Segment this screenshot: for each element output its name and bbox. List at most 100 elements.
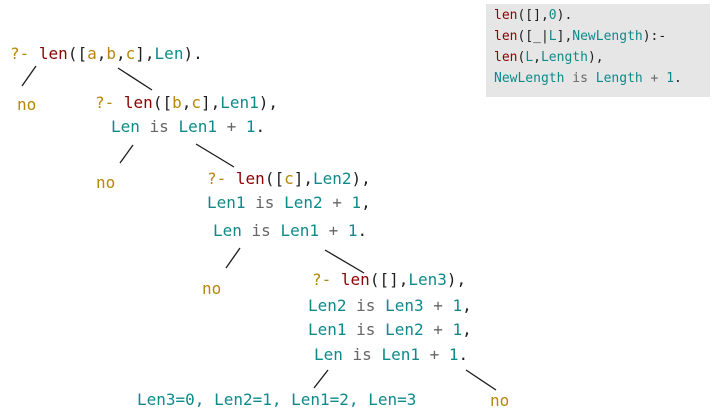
token-op: is xyxy=(346,320,386,339)
token-var: Len1 xyxy=(308,320,347,339)
token-punct: , xyxy=(533,50,541,65)
token-var: L xyxy=(548,29,557,44)
program-line: len([_|L],NewLength):- xyxy=(494,27,666,47)
token-atom: c xyxy=(191,93,201,112)
token-var: Len xyxy=(314,345,343,364)
token-pred: len xyxy=(38,44,68,63)
token-atom: c xyxy=(284,169,294,188)
edge-query-3-to-no xyxy=(465,369,497,391)
token-atom: b xyxy=(172,93,182,112)
token-punct: , xyxy=(116,44,126,63)
token-atom: b xyxy=(106,44,116,63)
token-var: Len3=0, Len2=1, Len1=2, Len=3 xyxy=(137,390,417,409)
token-pred: len xyxy=(494,8,518,23)
token-var: Len2 xyxy=(284,193,323,212)
token-punct: ). xyxy=(183,44,203,63)
token-punct: ([ xyxy=(67,44,88,63)
subgoal-3b: Len1 is Len2 + 1, xyxy=(308,320,472,340)
token-var: Len1 xyxy=(207,193,246,212)
subquery-2: ?- len([c],Len2), xyxy=(207,169,371,189)
token-punct: . xyxy=(357,221,368,240)
subgoal-1a: Len is Len1 + 1. xyxy=(111,117,265,137)
token-num: 1 xyxy=(245,117,256,136)
token-op: + xyxy=(322,193,352,212)
token-var: Len1 xyxy=(381,345,420,364)
token-var: Length xyxy=(595,71,643,86)
subquery-3: ?- len([],Len3), xyxy=(312,270,466,290)
token-num: 1 xyxy=(666,71,675,86)
token-punct: ([], xyxy=(517,8,549,23)
token-var: Length xyxy=(540,50,588,65)
token-op: + xyxy=(642,71,667,86)
token-pred: len xyxy=(494,29,518,44)
token-var: Len2 xyxy=(312,169,352,188)
token-punct: ([_| xyxy=(517,29,549,44)
edge-query-1-to-query-2 xyxy=(195,143,235,168)
token-punct: ), xyxy=(351,169,371,188)
no-label: no xyxy=(202,279,222,298)
no-label: no xyxy=(17,95,37,114)
token-var: NewLength xyxy=(572,29,643,44)
token-punct: , xyxy=(361,193,371,212)
token-op: is xyxy=(564,71,596,86)
subquery-1: ?- len([b,c],Len1), xyxy=(95,93,278,113)
token-prompt: ?- xyxy=(10,44,39,63)
token-punct: ), xyxy=(587,50,604,65)
subgoal-2b: Len is Len1 + 1. xyxy=(213,221,367,241)
root-query: ?- len([a,b,c],Len). xyxy=(10,44,203,64)
token-var: Len1 xyxy=(280,221,319,240)
token-var: L xyxy=(525,50,534,65)
token-punct: . xyxy=(255,117,266,136)
token-op: is xyxy=(241,221,281,240)
token-punct: ([ xyxy=(264,169,285,188)
edge-root-to-no xyxy=(21,65,37,87)
token-var: Len3 xyxy=(408,270,447,289)
token-var: Len1 xyxy=(178,117,217,136)
no-label: no xyxy=(96,173,116,192)
token-op: + xyxy=(423,296,453,315)
token-op: is xyxy=(342,345,382,364)
token-num: 1 xyxy=(448,345,459,364)
token-punct: , xyxy=(462,296,472,315)
no-label: no xyxy=(490,391,510,410)
token-prompt: ?- xyxy=(207,169,236,188)
token-punct: . xyxy=(458,345,469,364)
token-op: + xyxy=(216,117,246,136)
token-var: Len xyxy=(213,221,242,240)
token-punct: ], xyxy=(135,44,155,63)
program-line: len(L,Length), xyxy=(494,48,604,68)
subgoal-3c: Len is Len1 + 1. xyxy=(314,345,468,365)
token-op: is xyxy=(245,193,285,212)
token-punct: ). xyxy=(556,8,573,23)
token-punct: , xyxy=(181,93,192,112)
token-var: Len1 xyxy=(220,93,259,112)
token-punct: ], xyxy=(293,169,313,188)
token-num: 1 xyxy=(347,221,358,240)
token-punct: ), xyxy=(258,93,279,112)
token-var: Len3 xyxy=(385,296,424,315)
edge-root-to-query-1 xyxy=(117,67,153,91)
edge-query-2-to-no xyxy=(225,247,241,269)
token-pred: len xyxy=(340,270,370,289)
token-prompt: ?- xyxy=(312,270,341,289)
token-punct: ([], xyxy=(369,270,409,289)
answer-bindings: Len3=0, Len2=1, Len1=2, Len=3 xyxy=(137,390,416,410)
token-var: Len2 xyxy=(308,296,347,315)
token-pred: len xyxy=(235,169,265,188)
token-punct: ], xyxy=(556,29,573,44)
token-punct: , xyxy=(462,320,472,339)
subgoal-3a: Len2 is Len3 + 1, xyxy=(308,296,472,316)
token-punct: ([ xyxy=(152,93,173,112)
token-num: 1 xyxy=(351,193,362,212)
token-var: Len xyxy=(154,44,184,63)
program-line: len([],0). xyxy=(494,6,572,26)
token-var: Len xyxy=(111,117,140,136)
token-pred: len xyxy=(494,50,518,65)
token-var: Len2 xyxy=(385,320,424,339)
program-line: NewLength is Length + 1. xyxy=(494,69,682,89)
token-op: + xyxy=(318,221,348,240)
token-op: + xyxy=(419,345,449,364)
token-atom: c xyxy=(125,44,136,63)
edge-query-3-to-answer xyxy=(313,369,329,389)
token-num: 1 xyxy=(452,320,463,339)
